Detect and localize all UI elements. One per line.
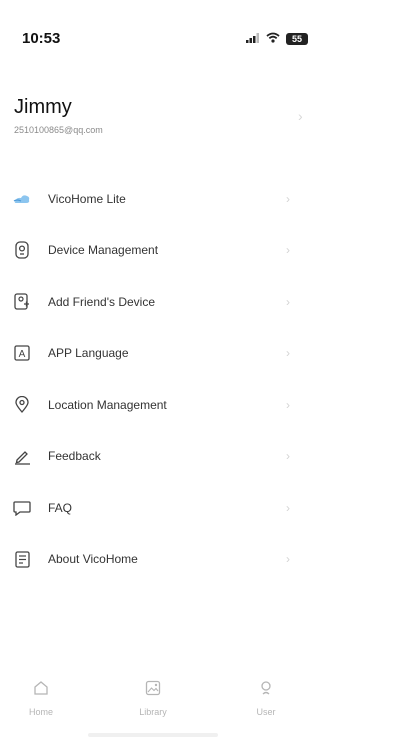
tab-label: User <box>256 707 276 717</box>
wifi-icon <box>266 30 280 48</box>
menu-item-location-management[interactable]: Location Management › <box>0 379 408 431</box>
chevron-right-icon: › <box>286 552 290 567</box>
menu-label: Add Friend's Device <box>48 294 156 309</box>
menu-item-app-language[interactable]: A APP Language › <box>0 328 408 380</box>
menu-item-device-management[interactable]: Device Management › <box>0 225 408 277</box>
chevron-right-icon: › <box>286 449 290 464</box>
profile-email: 2510100865@qq.com <box>14 125 103 135</box>
tab-home[interactable]: Home <box>6 680 76 717</box>
settings-menu: VicoHome Lite › Device Management › Add … <box>0 173 408 585</box>
menu-label: Feedback <box>48 449 101 464</box>
home-icon <box>33 680 49 701</box>
chevron-right-icon: › <box>286 346 290 361</box>
profile-header[interactable]: Jimmy 2510100865@qq.com <box>14 96 314 135</box>
library-icon <box>145 680 161 701</box>
menu-label: FAQ <box>48 500 73 515</box>
svg-text:A: A <box>19 349 26 360</box>
status-icons: 55 <box>246 30 308 48</box>
menu-item-feedback[interactable]: Feedback › <box>0 431 408 483</box>
signal-icon <box>246 30 260 48</box>
menu-label: APP Language <box>48 346 129 361</box>
status-bar: 10:53 55 <box>0 0 408 60</box>
status-time: 10:53 <box>22 30 61 47</box>
tab-user[interactable]: User <box>231 680 301 717</box>
bottom-tab-bar: Home Library User <box>0 680 330 730</box>
menu-label: Location Management <box>48 397 167 412</box>
menu-item-about-vicohome[interactable]: About VicoHome › <box>0 534 408 586</box>
chevron-right-icon: › <box>286 191 290 206</box>
location-pin-icon <box>13 396 31 414</box>
home-indicator <box>88 733 218 737</box>
menu-label: VicoHome Lite <box>48 191 126 206</box>
tab-label: Library <box>139 707 167 717</box>
chevron-right-icon: › <box>286 397 290 412</box>
menu-item-add-friends-device[interactable]: Add Friend's Device › <box>0 276 408 328</box>
menu-item-vicohome-lite[interactable]: VicoHome Lite › <box>0 173 408 225</box>
menu-label: Device Management <box>48 243 159 258</box>
chevron-right-icon: › <box>298 108 303 124</box>
language-icon: A <box>13 344 31 362</box>
battery-icon: 55 <box>286 33 308 45</box>
menu-label: About VicoHome <box>48 552 138 567</box>
chevron-right-icon: › <box>286 243 290 258</box>
user-icon <box>258 680 274 701</box>
pencil-icon <box>13 447 31 465</box>
camera-icon <box>13 241 31 259</box>
chevron-right-icon: › <box>286 500 290 515</box>
chat-bubble-icon <box>13 499 31 517</box>
share-device-icon <box>13 293 31 311</box>
tab-library[interactable]: Library <box>118 680 188 717</box>
menu-item-faq[interactable]: FAQ › <box>0 482 408 534</box>
cloud-icon <box>13 190 31 208</box>
tab-label: Home <box>28 707 53 717</box>
user-screen: 10:53 55 Jimmy 2510100865@qq.com › VicoH… <box>0 0 408 740</box>
profile-name: Jimmy <box>14 96 72 118</box>
chevron-right-icon: › <box>286 294 290 309</box>
document-icon <box>13 550 31 568</box>
